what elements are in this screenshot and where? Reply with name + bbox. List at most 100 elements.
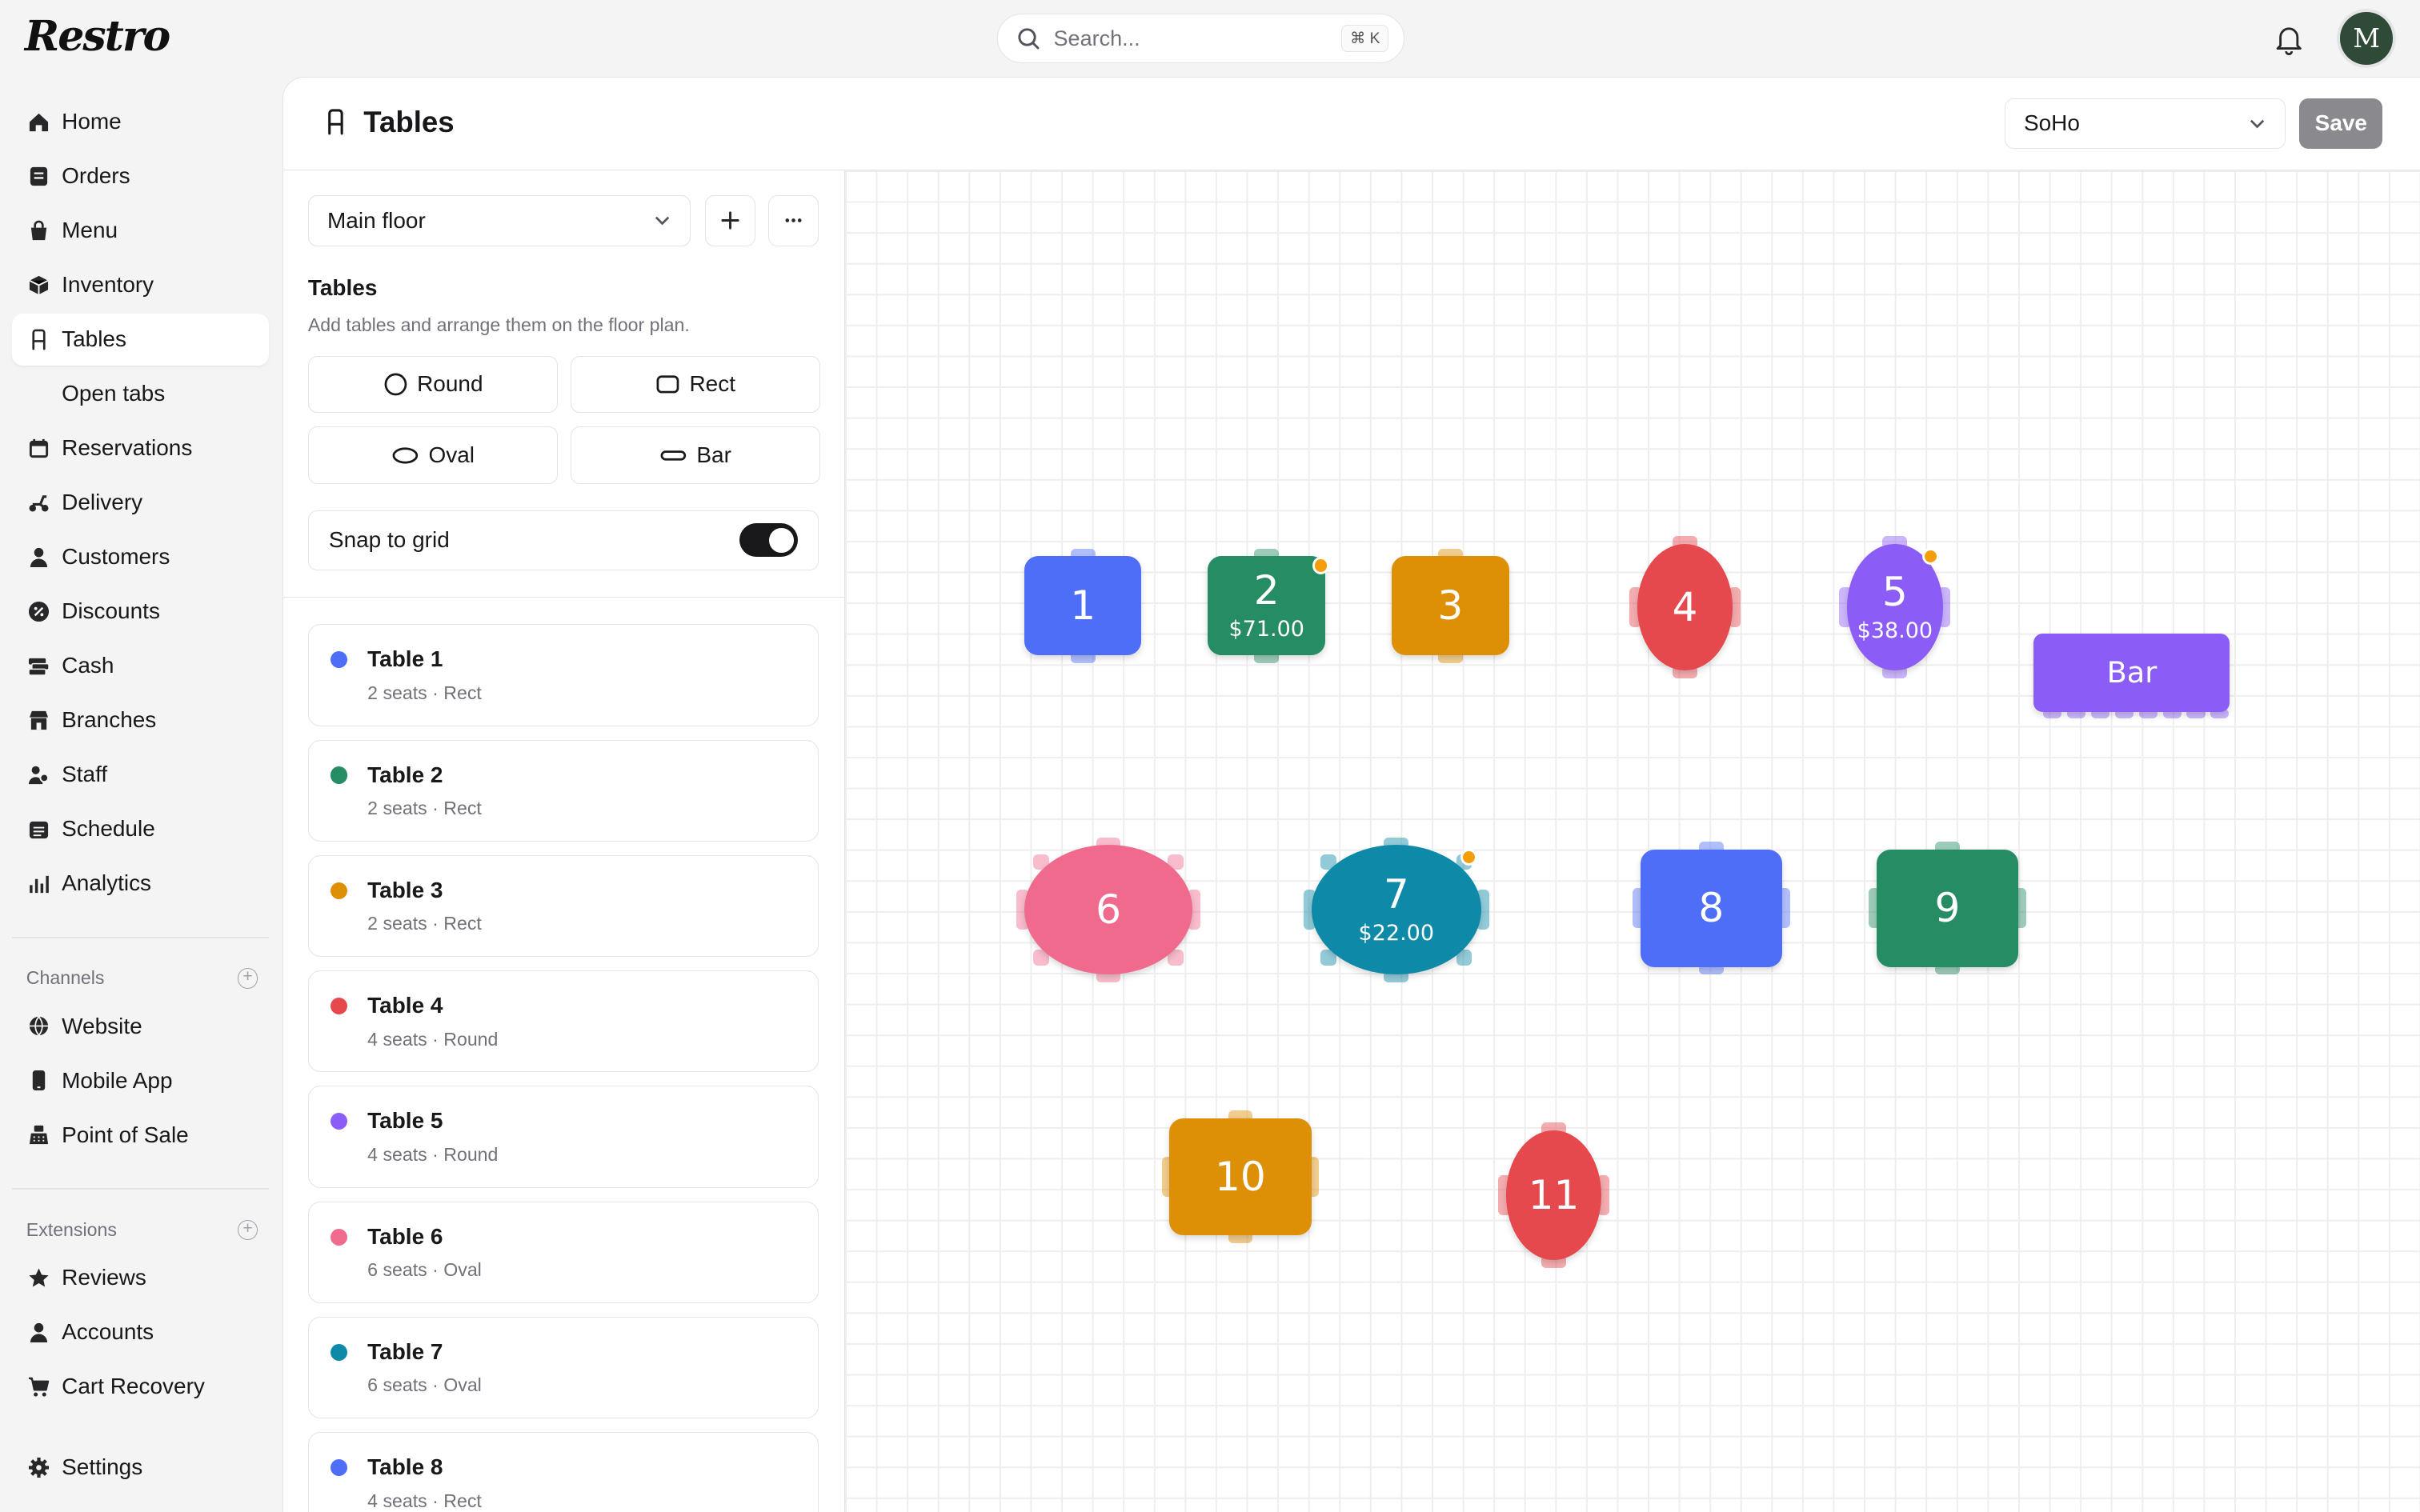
discount-icon bbox=[28, 601, 50, 622]
add-channel-icon[interactable]: + bbox=[238, 968, 258, 989]
table-number: 1 bbox=[1070, 582, 1096, 630]
floor-table-7[interactable]: 7 $22.00 bbox=[1304, 837, 1489, 982]
floor-table-8[interactable]: 8 bbox=[1632, 842, 1790, 975]
branch-select[interactable]: SoHo bbox=[2004, 98, 2286, 150]
sidebar-item-website[interactable]: Website bbox=[12, 1000, 268, 1053]
snap-to-grid-row: Snap to grid bbox=[307, 510, 819, 570]
sidebar-item-mobile-app[interactable]: Mobile App bbox=[12, 1054, 268, 1107]
sidebar-item-orders[interactable]: Orders bbox=[12, 150, 268, 203]
search-input[interactable] bbox=[1053, 26, 1342, 51]
table-list-item[interactable]: Table 8 4 seats · Rect bbox=[307, 1432, 819, 1512]
sidebar-item-analytics[interactable]: Analytics bbox=[12, 858, 268, 910]
table-list-item[interactable]: Table 1 2 seats · Rect bbox=[307, 624, 819, 726]
chair-icon bbox=[28, 329, 50, 350]
add-bar-table-button[interactable]: Bar bbox=[570, 426, 821, 484]
snap-to-grid-toggle[interactable] bbox=[739, 522, 799, 558]
sidebar-item-customers[interactable]: Customers bbox=[12, 531, 268, 584]
avatar[interactable]: M bbox=[2340, 12, 2393, 65]
sidebar-item-home[interactable]: Home bbox=[12, 96, 268, 149]
table-number: Bar bbox=[2106, 654, 2158, 690]
chevron-down-icon bbox=[655, 217, 670, 226]
extensions-header: Extensions + bbox=[26, 1219, 258, 1241]
table-list-item[interactable]: Table 4 4 seats · Round bbox=[307, 970, 819, 1073]
analytics-icon bbox=[28, 873, 50, 894]
sidebar-item-branches[interactable]: Branches bbox=[12, 694, 268, 747]
floor-table-5[interactable]: 5 $38.00 bbox=[1839, 536, 1951, 678]
table-number: 7 bbox=[1383, 870, 1409, 918]
sidebar-item-discounts[interactable]: Discounts bbox=[12, 586, 268, 638]
sidebar-item-tables[interactable]: Tables bbox=[12, 313, 269, 366]
page-title: Tables bbox=[323, 106, 455, 139]
table-list-item[interactable]: Table 7 6 seats · Oval bbox=[307, 1317, 819, 1419]
table-list-item[interactable]: Table 2 2 seats · Rect bbox=[307, 739, 819, 842]
sidebar-item-label: Discounts bbox=[62, 598, 160, 624]
sidebar-item-schedule[interactable]: Schedule bbox=[12, 803, 268, 856]
table-list-item[interactable]: Table 3 2 seats · Rect bbox=[307, 854, 819, 958]
add-extension-icon[interactable]: + bbox=[238, 1220, 258, 1240]
table-top: 2 $71.00 bbox=[1208, 556, 1326, 655]
search-box[interactable]: ⌘ K bbox=[997, 14, 1405, 64]
table-number: 8 bbox=[1698, 884, 1725, 932]
table-top: 5 $38.00 bbox=[1847, 543, 1943, 671]
menu-icon bbox=[28, 220, 50, 242]
sidebar-item-open-tabs[interactable]: Open tabs bbox=[12, 368, 268, 421]
floor-more-button[interactable] bbox=[767, 195, 819, 246]
add-round-table-button[interactable]: Round bbox=[307, 355, 559, 413]
sidebar-item-settings[interactable]: Settings bbox=[12, 1442, 268, 1494]
sidebar-item-reviews[interactable]: Reviews bbox=[12, 1251, 268, 1304]
floor-table-6[interactable]: 6 bbox=[1016, 837, 1200, 982]
floor-table-9[interactable]: 9 bbox=[1869, 842, 2026, 975]
floor-table-bar[interactable]: Bar bbox=[2033, 633, 2230, 718]
table-list-item[interactable]: Table 6 6 seats · Oval bbox=[307, 1201, 819, 1304]
table-top: 6 bbox=[1024, 845, 1193, 975]
floor-table-1[interactable]: 1 bbox=[1024, 548, 1142, 663]
table-name: Table 4 bbox=[367, 993, 443, 1018]
shape-label: Round bbox=[417, 371, 483, 397]
floor-select[interactable]: Main floor bbox=[307, 195, 691, 246]
sidebar-item-staff[interactable]: Staff bbox=[12, 749, 268, 802]
bell-icon[interactable] bbox=[2272, 22, 2306, 56]
floor-table-11[interactable]: 11 bbox=[1498, 1122, 1609, 1268]
table-color-dot bbox=[330, 1113, 348, 1130]
table-alert-dot bbox=[1924, 550, 1937, 563]
page-title-text: Tables bbox=[363, 106, 455, 139]
sidebar-item-cart-recovery[interactable]: Cart Recovery bbox=[12, 1360, 268, 1413]
table-top: 1 bbox=[1024, 556, 1142, 655]
table-name: Table 6 bbox=[367, 1223, 443, 1249]
floor-table-10[interactable]: 10 bbox=[1161, 1110, 1320, 1243]
table-color-dot bbox=[330, 766, 348, 784]
sidebar-item-menu[interactable]: Menu bbox=[12, 205, 268, 258]
floor-table-2[interactable]: 2 $71.00 bbox=[1208, 548, 1327, 663]
sidebar-item-delivery[interactable]: Delivery bbox=[12, 477, 268, 530]
sidebar-item-point-of-sale[interactable]: Point of Sale bbox=[12, 1109, 268, 1162]
table-alert-dot bbox=[1462, 850, 1476, 864]
sidebar-item-label: Accounts bbox=[62, 1319, 154, 1345]
sidebar-item-cash[interactable]: Cash bbox=[12, 640, 268, 693]
floor-table-3[interactable]: 3 bbox=[1392, 548, 1509, 663]
table-number: 6 bbox=[1096, 886, 1121, 934]
table-name: Table 8 bbox=[367, 1454, 443, 1480]
plus-icon bbox=[721, 211, 739, 230]
table-amount: $38.00 bbox=[1857, 618, 1933, 643]
table-number: 11 bbox=[1528, 1170, 1580, 1218]
add-oval-table-button[interactable]: Oval bbox=[307, 426, 559, 484]
add-floor-button[interactable] bbox=[704, 195, 756, 246]
table-color-dot bbox=[330, 651, 348, 669]
sidebar-item-inventory[interactable]: Inventory bbox=[12, 259, 268, 312]
sidebar-item-accounts[interactable]: Accounts bbox=[12, 1306, 268, 1358]
sidebar-item-label: Customers bbox=[62, 544, 170, 570]
save-button[interactable]: Save bbox=[2299, 98, 2383, 150]
table-meta: 4 seats · Round bbox=[367, 1028, 499, 1050]
floor-table-4[interactable]: 4 bbox=[1629, 536, 1741, 678]
table-top: Bar bbox=[2033, 633, 2230, 713]
sidebar-item-reservations[interactable]: Reservations bbox=[12, 422, 268, 475]
app-logo[interactable]: Restro bbox=[25, 12, 170, 61]
sidebar-item-label: Reservations bbox=[62, 435, 193, 461]
add-rect-table-button[interactable]: Rect bbox=[570, 355, 821, 413]
table-list-item[interactable]: Table 5 4 seats · Round bbox=[307, 1086, 819, 1188]
table-color-dot bbox=[330, 882, 348, 899]
table-top: 3 bbox=[1392, 556, 1509, 655]
floor-plan-canvas[interactable]: 1 2 $71.00 3 4 5 $38.00 Bar 6 7 $22.00 8 9 10 11 bbox=[845, 170, 2420, 1512]
sidebar-item-label: Cash bbox=[62, 653, 114, 678]
sidebar-item-label: Branches bbox=[62, 707, 157, 733]
